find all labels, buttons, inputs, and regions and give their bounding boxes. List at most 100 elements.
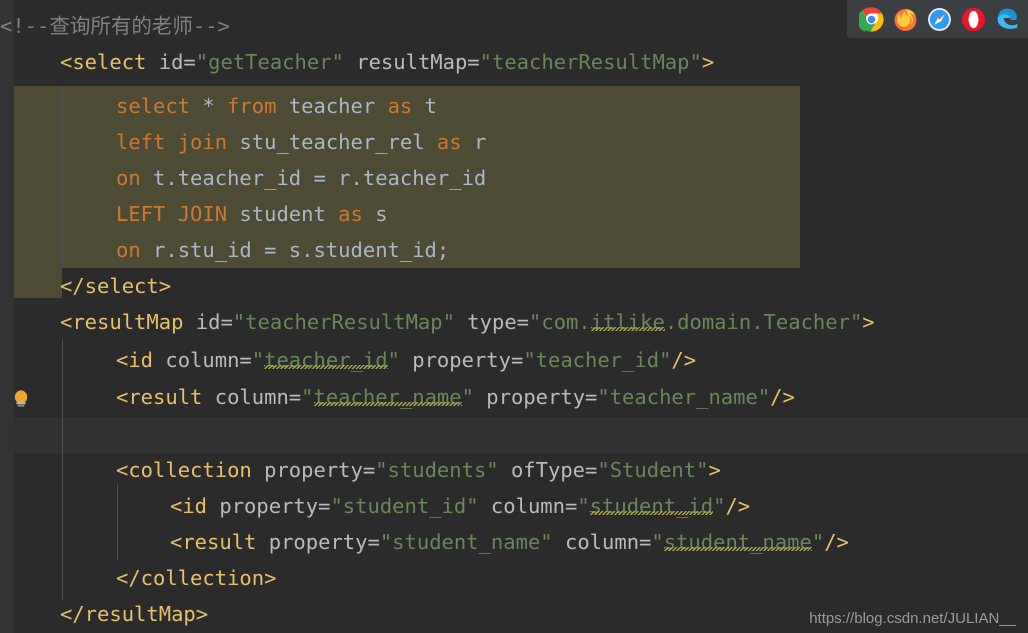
code-token: <select: [60, 50, 159, 74]
code-token: >: [708, 458, 721, 482]
code-token: "teacherResultMap": [232, 310, 455, 334]
code-token: stu_teacher_rel: [239, 130, 437, 154]
code-token: </select>: [60, 274, 172, 298]
code-line[interactable]: on r.stu_id = s.student_id;: [0, 232, 449, 268]
code-token: ": [251, 348, 265, 372]
unresolved-reference: itlike: [590, 310, 665, 334]
code-token: ": [387, 348, 400, 372]
code-token: "Student": [597, 458, 709, 482]
code-line[interactable]: on t.teacher_id = r.teacher_id: [0, 160, 486, 196]
code-token: </collection>: [116, 566, 277, 590]
code-line[interactable]: [0, 416, 116, 452]
code-token: />: [725, 494, 751, 518]
code-token: "com.: [529, 310, 591, 334]
code-token: />: [824, 530, 849, 554]
code-line[interactable]: left join stu_teacher_rel as r: [0, 124, 486, 160]
watermark: https://blog.csdn.net/JULIAN__: [809, 610, 1016, 627]
code-token: select: [116, 94, 203, 118]
code-token: <!--查询所有的老师-->: [0, 14, 230, 38]
code-token: ": [577, 494, 590, 518]
code-token: on: [116, 238, 154, 262]
code-token: ofType=: [498, 458, 598, 482]
code-line[interactable]: <id column="teacher_id" property="teache…: [0, 342, 696, 378]
code-token: property=: [399, 348, 524, 372]
intention-bulb-icon[interactable]: [12, 389, 30, 409]
code-token: column=: [214, 385, 302, 409]
code-token: as: [387, 94, 425, 118]
code-token: </resultMap>: [60, 602, 209, 626]
code-token: >: [862, 310, 875, 334]
code-token: />: [770, 385, 795, 409]
code-token: r.stu_id = s.student_id;: [153, 238, 450, 262]
code-line[interactable]: <!--查询所有的老师-->: [0, 8, 230, 44]
code-token: student: [239, 202, 339, 226]
code-token: <id: [170, 494, 220, 518]
code-token: "teacherResultMap": [479, 50, 702, 74]
code-line[interactable]: </collection>: [0, 560, 276, 596]
code-token: from: [227, 94, 289, 118]
browser-icon-bar[interactable]: [847, 0, 1028, 38]
code-editor[interactable]: <!--查询所有的老师--> <select id="getTeacher" re…: [0, 0, 1028, 633]
code-token: column=: [478, 494, 578, 518]
code-line[interactable]: <collection property="students" ofType="…: [0, 452, 721, 488]
code-line[interactable]: </select>: [0, 268, 171, 304]
code-token: "students": [375, 458, 499, 482]
code-token: />: [671, 348, 697, 372]
code-line[interactable]: <result column="teacher_name" property="…: [0, 379, 795, 415]
code-token: as: [436, 130, 474, 154]
safari-icon[interactable]: [927, 7, 952, 32]
code-line[interactable]: <resultMap id="teacherResultMap" type="c…: [0, 304, 875, 340]
code-token: ": [713, 494, 726, 518]
code-token: column=: [165, 348, 252, 372]
code-token: r: [473, 130, 487, 154]
code-token: t.teacher_id = r.teacher_id: [153, 166, 487, 190]
code-token: as: [338, 202, 376, 226]
code-token: <result: [170, 530, 269, 554]
unresolved-reference: teacher_id: [264, 348, 388, 372]
edge-icon[interactable]: [995, 7, 1020, 32]
code-token: <id: [116, 348, 166, 372]
code-token: <result: [116, 385, 215, 409]
unresolved-reference: teacher_name: [313, 385, 462, 409]
code-token: <collection: [116, 458, 265, 482]
code-token: >: [701, 50, 715, 74]
code-line[interactable]: <result property="student_name" column="…: [0, 524, 849, 560]
firefox-icon[interactable]: [893, 7, 918, 32]
code-token: left join: [116, 130, 240, 154]
editor-window: <!--查询所有的老师--> <select id="getTeacher" re…: [0, 0, 1028, 633]
code-token: property=: [268, 530, 380, 554]
code-line[interactable]: LEFT JOIN student as s: [0, 196, 388, 232]
code-token: .domain.Teacher": [664, 310, 863, 334]
opera-icon[interactable]: [961, 7, 986, 32]
unresolved-reference: student_name: [663, 530, 812, 554]
code-token: column=: [552, 530, 652, 554]
code-token: *: [202, 94, 228, 118]
code-token: id=: [158, 50, 196, 74]
code-token: "teacher_id": [523, 348, 672, 372]
current-line-highlight: [0, 418, 1028, 453]
code-token: ": [811, 530, 825, 554]
code-line[interactable]: select * from teacher as t: [0, 88, 437, 124]
code-token: ": [461, 385, 474, 409]
unresolved-reference: student_id: [589, 494, 714, 518]
code-token: property=: [219, 494, 331, 518]
code-token: ": [301, 385, 314, 409]
code-token: on: [116, 166, 154, 190]
code-token: "student_name": [379, 530, 553, 554]
code-token: "getTeacher": [195, 50, 344, 74]
code-token: resultMap=: [343, 50, 480, 74]
code-token: <resultMap: [60, 310, 196, 334]
code-token: "teacher_name": [597, 385, 771, 409]
code-token: t: [424, 94, 437, 118]
code-token: property=: [264, 458, 376, 482]
code-line[interactable]: <id property="student_id" column="studen…: [0, 488, 750, 524]
code-token: "student_id": [330, 494, 479, 518]
code-token: s: [375, 202, 388, 226]
code-token: property=: [473, 385, 598, 409]
code-token: ": [651, 530, 664, 554]
chrome-icon[interactable]: [859, 6, 884, 32]
code-token: teacher: [288, 94, 388, 118]
code-token: type=: [454, 310, 530, 334]
code-line[interactable]: </resultMap>: [0, 596, 208, 632]
code-line[interactable]: <select id="getTeacher" resultMap="teach…: [0, 44, 714, 80]
